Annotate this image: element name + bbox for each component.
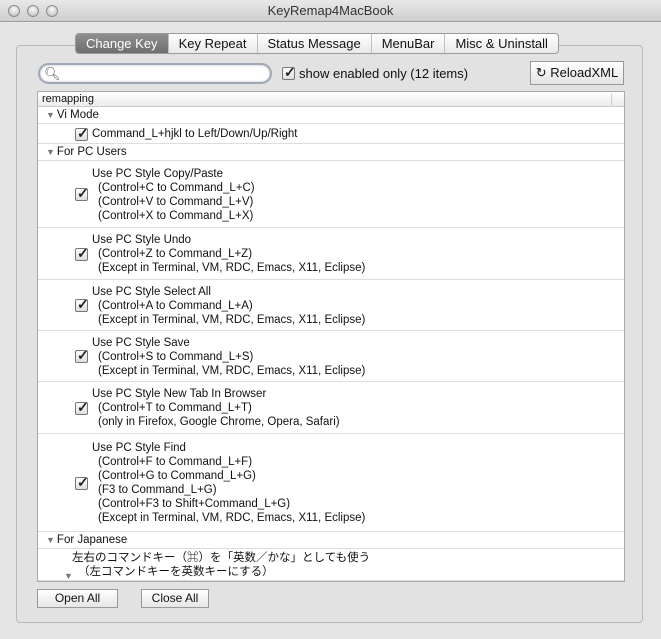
item-checkbox[interactable]: [75, 399, 89, 416]
disclosure-triangle-icon[interactable]: ▼: [46, 110, 55, 120]
checkbox-checked[interactable]: [282, 64, 296, 81]
item-text-line: Use PC Style Find: [92, 442, 186, 454]
group-row[interactable]: ▼ Vi Mode: [38, 107, 624, 124]
list-item[interactable]: Use PC Style Save(Control+S to Command_L…: [38, 331, 624, 382]
group-row[interactable]: ▼ For PC Users: [38, 144, 624, 161]
list-item[interactable]: Use PC Style Undo (Control+Z to Command_L…: [38, 228, 624, 280]
item-text-line: Use PC Style New Tab In Browser: [92, 388, 267, 400]
list-item[interactable]: Use PC Style Find (Control+F to Command_L…: [38, 434, 624, 532]
item-text-line: (Except in Terminal, VM, RDC, Emacs, X11…: [98, 512, 366, 524]
item-checkbox[interactable]: [75, 474, 89, 491]
show-enabled-label: show enabled only (12 items): [299, 66, 469, 81]
disclosure-triangle-icon[interactable]: ▼: [46, 535, 55, 545]
remapping-outline[interactable]: remapping ▼Vi ModeCommand_L+hjkl to Left…: [37, 91, 625, 582]
minimize-window-button[interactable]: [27, 5, 39, 17]
list-item[interactable]: Use PC Style Select All(Control+A to Com…: [38, 280, 624, 331]
group-row[interactable]: ▼ For Japanese: [38, 532, 624, 549]
tab-key-repeat[interactable]: Key Repeat: [167, 34, 257, 53]
item-text-line: (Control+F3 to Shift+Command_L+G): [98, 498, 291, 510]
item-checkbox[interactable]: [75, 125, 89, 142]
reload-icon: ↻: [535, 65, 547, 80]
item-text-line: (Control+T to Command_L+T): [98, 402, 252, 414]
list-item[interactable]: Command_L+hjkl to Left/Down/Up/Right: [38, 124, 624, 144]
item-checkbox[interactable]: [75, 245, 89, 262]
item-text-line: （左コマンドキーを英数キーにする）: [78, 566, 274, 578]
close-window-button[interactable]: [8, 5, 20, 17]
item-text-line: (Except in Terminal, VM, RDC, Emacs, X11…: [98, 364, 366, 377]
reload-xml-button[interactable]: ↻ ReloadXML: [530, 61, 624, 85]
tab-misc-uninstall[interactable]: Misc & Uninstall: [444, 34, 557, 53]
tab-bar: Change Key Key Repeat Status Message Men…: [75, 33, 559, 54]
item-text-line: (Except in Terminal, VM, RDC, Emacs, X11…: [98, 313, 366, 326]
item-text-line: (Control+X to Command_L+X): [98, 209, 254, 222]
open-all-button[interactable]: Open All: [37, 589, 118, 608]
item-text-line: (Except in Terminal, VM, RDC, Emacs, X11…: [98, 262, 366, 274]
item-text-line: Use PC Style Undo: [92, 234, 192, 246]
item-text-line: (F3 to Command_L+G): [98, 484, 217, 496]
zoom-window-button[interactable]: [46, 5, 58, 17]
item-text-line: (Control+G to Command_L+G): [98, 470, 256, 482]
tab-change-key[interactable]: Change Key: [76, 34, 168, 53]
group-title: Vi Mode: [56, 109, 99, 121]
item-text-line: (Control+C to Command_L+C): [98, 181, 255, 194]
item-checkbox[interactable]: [75, 185, 89, 202]
item-checkbox[interactable]: [75, 347, 89, 364]
item-text-line: (Control+A to Command_L+A): [98, 299, 253, 312]
item-text-line: Use PC Style Select All: [92, 285, 211, 298]
close-all-button[interactable]: Close All: [141, 589, 209, 608]
item-text-line: (only in Firefox, Google Chrome, Opera, …: [98, 416, 340, 428]
item-text-line: (Control+V to Command_L+V): [98, 195, 254, 208]
item-text-line: Use PC Style Copy/Paste: [92, 167, 224, 180]
item-text-line: (Control+Z to Command_L+Z): [98, 248, 253, 260]
item-text-line: (Control+F to Command_L+F): [98, 456, 253, 468]
item-text-line: Command_L+hjkl to Left/Down/Up/Right: [92, 128, 298, 140]
tab-status-message[interactable]: Status Message: [256, 34, 371, 53]
column-header-remapping[interactable]: remapping: [38, 92, 624, 107]
item-checkbox[interactable]: [75, 296, 89, 313]
search-input[interactable]: [57, 66, 262, 82]
item-text-line: (Control+S to Command_L+S): [98, 350, 254, 363]
list-item[interactable]: ▼ 左右のコマンドキー（⌘）を「英数／かな」としても使う （左コマンドキーを英数キー…: [38, 549, 624, 581]
title-bar: KeyRemap4MacBook: [0, 0, 661, 22]
group-title: For Japanese: [56, 534, 128, 546]
window-title: KeyRemap4MacBook: [267, 3, 394, 18]
group-title: For PC Users: [56, 146, 127, 158]
tab-menubar[interactable]: MenuBar: [370, 34, 445, 53]
search-field[interactable]: 🔍︎: [38, 63, 272, 84]
item-text-line: Use PC Style Save: [92, 336, 190, 349]
list-item[interactable]: Use PC Style New Tab In Browser (Control+…: [38, 382, 624, 434]
item-text-line: 左右のコマンドキー（⌘）を「英数／かな」としても使う: [72, 552, 371, 564]
disclosure-triangle-icon[interactable]: ▼: [46, 147, 55, 157]
list-item[interactable]: Use PC Style Copy/Paste(Control+C to Com…: [38, 161, 624, 228]
reload-label: ReloadXML: [550, 65, 619, 80]
show-enabled-only-checkbox[interactable]: show enabled only (12 items): [282, 64, 469, 81]
